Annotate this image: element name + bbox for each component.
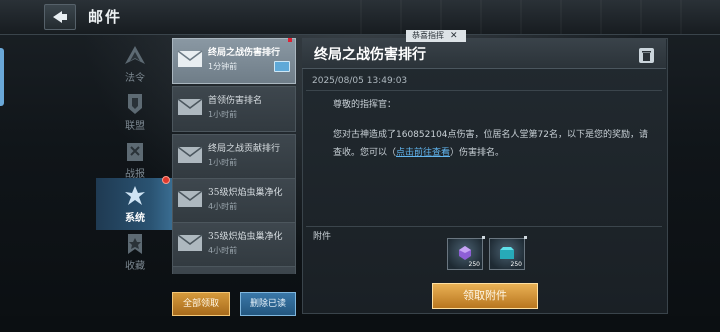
- attachment-icon: [274, 61, 290, 72]
- category-label: 系统: [125, 213, 145, 224]
- item-quantity: 250: [468, 261, 480, 268]
- mail-time: 1小时前: [208, 158, 238, 167]
- mail-body-text-end: ）伤害排名。: [450, 148, 505, 158]
- envelope-icon: [177, 234, 203, 251]
- collect-all-button[interactable]: 全部领取: [172, 292, 230, 316]
- battle-report-icon: [127, 143, 143, 161]
- page-title: 邮件: [88, 8, 123, 26]
- divider: [306, 226, 662, 227]
- envelope-icon: [177, 98, 203, 115]
- item-corner-mark: [482, 236, 485, 239]
- delete-mail-button[interactable]: [639, 48, 654, 63]
- back-arrow-icon: [53, 11, 67, 23]
- envelope-icon: [177, 190, 203, 207]
- category-tab-favorite[interactable]: 收藏: [96, 226, 174, 278]
- mail-greeting: 尊敬的指挥官：: [333, 100, 397, 110]
- screen-edge-indicator: [0, 48, 4, 106]
- unread-marker: [288, 38, 292, 42]
- decree-icon: [125, 46, 145, 64]
- mail-subject: 首领伤害排名: [208, 96, 263, 106]
- mail-item[interactable]: 35级炽焰虫巢净化 4小时前: [172, 222, 296, 268]
- category-label: 收藏: [125, 261, 145, 272]
- view-ranking-link[interactable]: 点击前往查看: [396, 148, 450, 158]
- favorite-icon: [128, 234, 142, 254]
- category-tab-alliance[interactable]: 联盟: [96, 86, 174, 138]
- mail-time: 1分钟前: [208, 62, 238, 71]
- claim-attachments-button[interactable]: 领取附件: [432, 283, 538, 309]
- mail-body: 您对古神造成了160852104点伤害，位居名人堂第72名，以下是您的奖励，请查…: [333, 126, 649, 162]
- delete-read-button[interactable]: 删除已读: [240, 292, 296, 316]
- mail-title: 终局之战伤害排行: [314, 47, 426, 63]
- attachments-label: 附件: [313, 232, 332, 242]
- back-button[interactable]: [44, 4, 76, 30]
- mail-datetime: 2025/08/05 13:49:03: [312, 76, 408, 86]
- mail-list: 终局之战伤害排行 1分钟前 首领伤害排名 1小时前 终局之战贡献排行 1小时前 …: [172, 38, 296, 274]
- mail-item-partial[interactable]: [172, 266, 296, 274]
- mail-item[interactable]: 终局之战贡献排行 1小时前: [172, 134, 296, 180]
- top-decoration: [360, 0, 720, 34]
- category-tab-decree[interactable]: 法令: [96, 38, 174, 90]
- mail-item[interactable]: 35级炽焰虫巢净化 4小时前: [172, 178, 296, 224]
- envelope-icon: [177, 146, 203, 163]
- category-label: 法令: [125, 73, 145, 84]
- mail-subject: 终局之战伤害排行: [208, 48, 281, 58]
- category-sidebar: 法令 联盟 战报 系统 收藏: [96, 38, 174, 274]
- bottom-edge: [0, 316, 720, 332]
- item-quantity: 250: [510, 261, 522, 268]
- mail-subject: 35级炽焰虫巢净化: [208, 232, 283, 242]
- item-corner-mark: [524, 236, 527, 239]
- mail-time: 1小时前: [208, 110, 238, 119]
- mail-subject: 35级炽焰虫巢净化: [208, 188, 283, 198]
- notification-badge: [162, 176, 170, 184]
- envelope-icon: [177, 50, 203, 67]
- mail-item[interactable]: 终局之战伤害排行 1分钟前: [172, 38, 296, 84]
- category-label: 联盟: [125, 121, 145, 132]
- divider: [306, 90, 662, 91]
- attachment-item[interactable]: 250: [489, 236, 527, 270]
- system-icon: [125, 186, 145, 205]
- category-tab-system[interactable]: 系统: [96, 176, 174, 230]
- purple-crystal-icon: [459, 246, 471, 260]
- mail-time: 4小时前: [208, 202, 238, 211]
- alliance-icon: [128, 94, 142, 114]
- cyan-chest-icon: [500, 247, 514, 259]
- close-icon[interactable]: ✕: [450, 30, 458, 42]
- mail-subject: 终局之战贡献排行: [208, 144, 281, 154]
- trash-icon: [642, 51, 651, 61]
- mail-item[interactable]: 首领伤害排名 1小时前: [172, 86, 296, 132]
- attachment-item[interactable]: 250: [447, 236, 485, 270]
- mail-time: 4小时前: [208, 246, 238, 255]
